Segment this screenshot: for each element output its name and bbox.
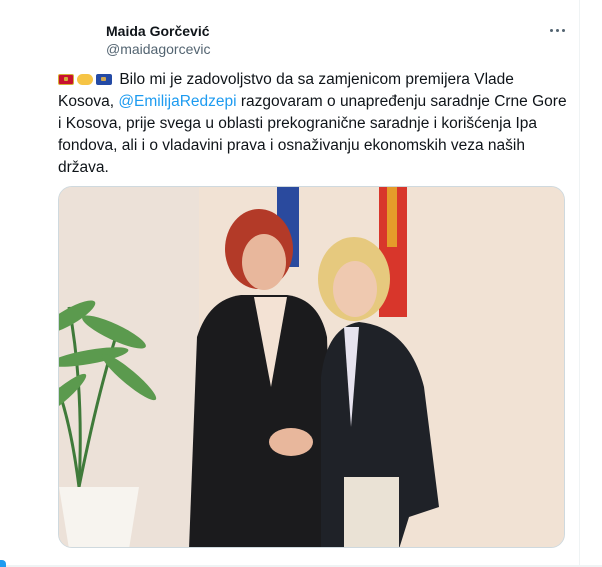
- photo-two-women-handshake-icon: [59, 187, 564, 547]
- avatar[interactable]: [56, 22, 96, 62]
- mention-link[interactable]: @EmilijaRedzepi: [118, 93, 236, 110]
- author-handle[interactable]: @maidagorcevic: [106, 40, 210, 58]
- flag-kosovo-icon: [96, 74, 112, 85]
- author-display-name[interactable]: Maida Gorčević: [106, 22, 210, 40]
- tweet-photo[interactable]: [58, 186, 565, 548]
- compose-button-edge[interactable]: [0, 560, 6, 567]
- handshake-icon: [77, 74, 93, 85]
- more-options-icon[interactable]: [541, 20, 573, 40]
- timeline-border: [579, 0, 580, 567]
- tweet-text: Bilo mi je zadovoljstvo da sa zamjenicom…: [58, 69, 568, 179]
- flag-montenegro-icon: [58, 74, 74, 85]
